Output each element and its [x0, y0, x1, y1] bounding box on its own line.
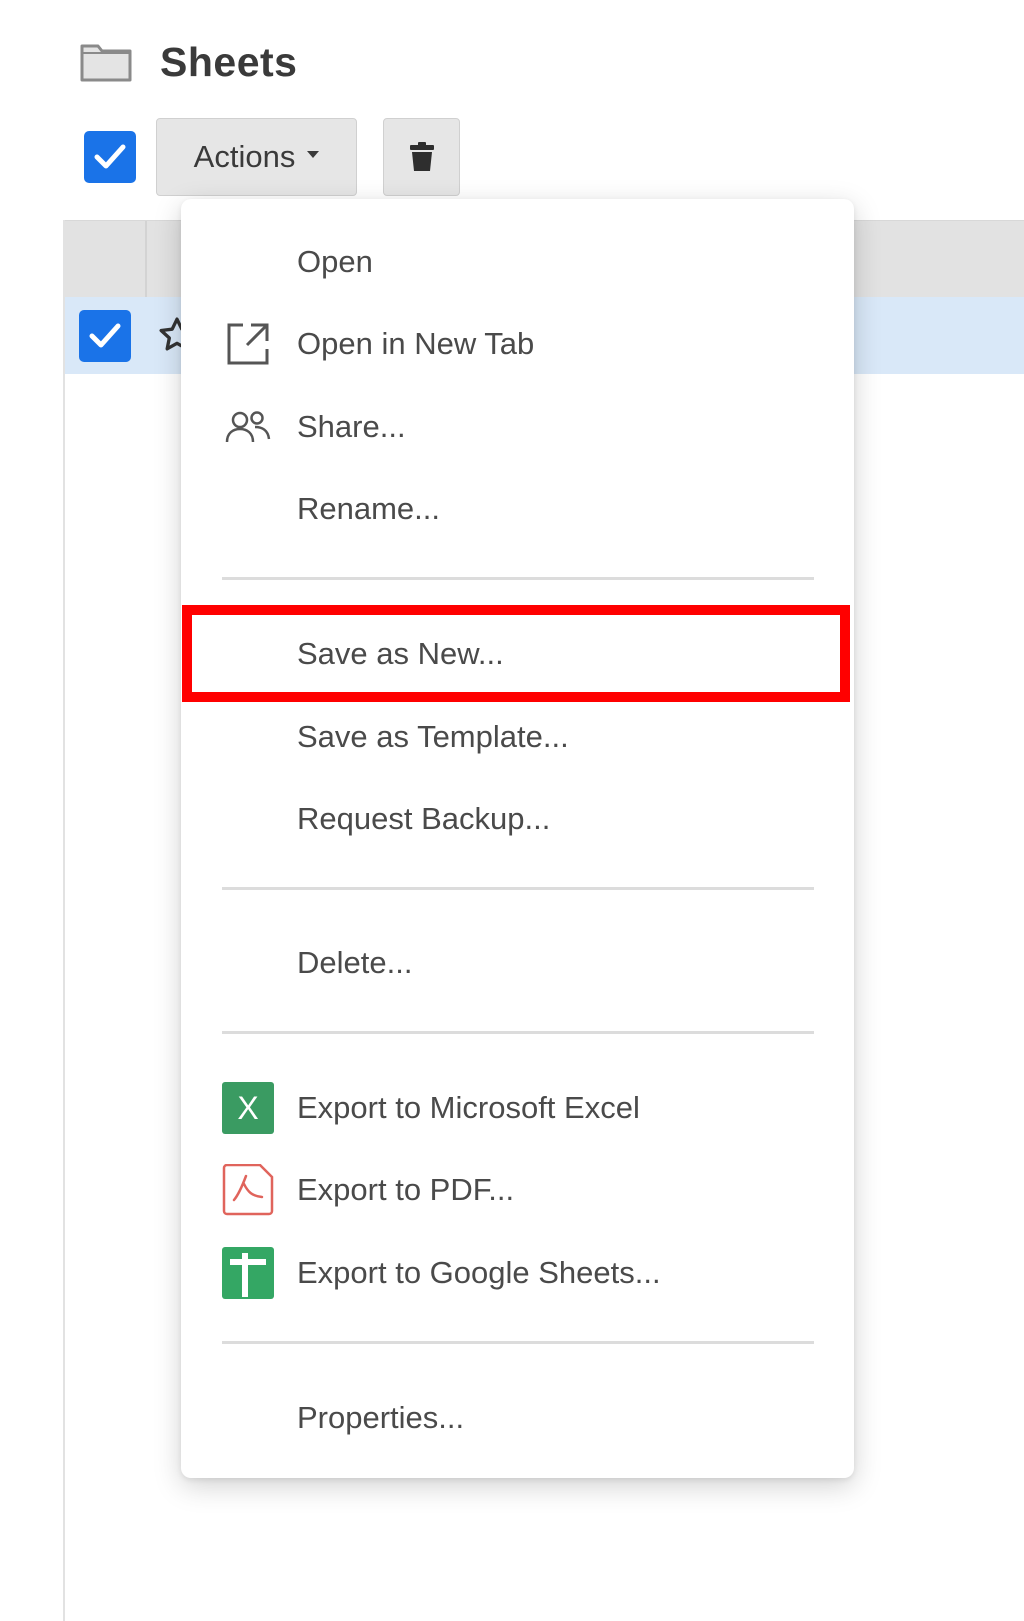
- actions-dropdown-button[interactable]: Actions: [156, 118, 357, 196]
- delete-button[interactable]: [383, 118, 460, 196]
- google-sheets-icon: [221, 1246, 275, 1300]
- menu-item-export-excel[interactable]: X Export to Microsoft Excel: [181, 1067, 854, 1149]
- users-icon: [221, 400, 275, 454]
- page-header: Sheets: [80, 36, 297, 88]
- pdf-icon: [221, 1163, 275, 1217]
- checkmark-icon: [94, 144, 126, 169]
- trash-icon: [409, 142, 434, 171]
- excel-icon: X: [221, 1081, 275, 1135]
- menu-item-save-as-new[interactable]: Save as New...: [181, 613, 854, 695]
- external-link-icon: [221, 317, 275, 371]
- row-checkbox[interactable]: [79, 310, 131, 362]
- svg-text:X: X: [237, 1090, 258, 1126]
- menu-item-open-in-new-tab[interactable]: Open in New Tab: [181, 303, 854, 385]
- menu-divider: [222, 887, 814, 890]
- menu-item-delete[interactable]: Delete...: [181, 922, 854, 1004]
- checkmark-icon: [89, 323, 121, 348]
- page-title: Sheets: [160, 38, 298, 85]
- menu-item-rename[interactable]: Rename...: [181, 468, 854, 550]
- folder-icon: [80, 42, 132, 82]
- toolbar: Actions: [84, 118, 460, 196]
- menu-item-properties[interactable]: Properties...: [181, 1377, 854, 1459]
- column-divider[interactable]: [145, 221, 147, 297]
- caret-down-icon: [307, 150, 320, 158]
- menu-item-export-google-sheets[interactable]: Export to Google Sheets...: [181, 1232, 854, 1314]
- menu-divider: [222, 1031, 814, 1034]
- menu-item-open[interactable]: Open: [181, 221, 854, 303]
- menu-item-save-as-template[interactable]: Save as Template...: [181, 696, 854, 778]
- menu-item-request-backup[interactable]: Request Backup...: [181, 778, 854, 860]
- actions-label: Actions: [193, 139, 296, 174]
- select-all-checkbox[interactable]: [84, 131, 136, 183]
- menu-item-share[interactable]: Share...: [181, 386, 854, 468]
- menu-divider: [222, 1341, 814, 1344]
- menu-item-export-pdf[interactable]: Export to PDF...: [181, 1149, 854, 1231]
- actions-menu: Open Open in New Tab Share... Rename... …: [181, 199, 854, 1478]
- menu-divider: [222, 577, 814, 580]
